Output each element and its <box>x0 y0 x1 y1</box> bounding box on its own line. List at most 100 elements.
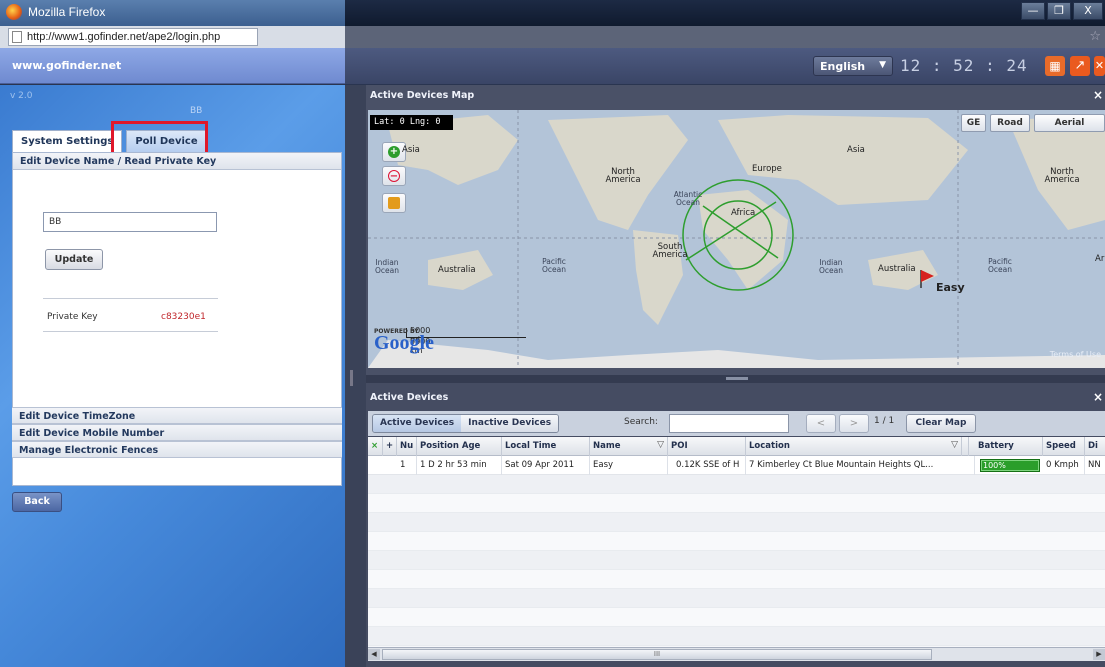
map-label-indian: Indian Ocean <box>819 258 843 275</box>
divider <box>43 298 218 299</box>
filter-icon[interactable]: ▽ <box>951 440 958 450</box>
page-icon <box>12 31 22 43</box>
back-button[interactable]: Back <box>12 492 62 512</box>
expand-icon[interactable]: ↗ <box>1070 56 1090 76</box>
window-title: Mozilla Firefox <box>28 5 106 19</box>
url-text: http://www1.gofinder.net/ape2/login.php <box>27 31 221 43</box>
battery-bar: 100% <box>980 459 1040 472</box>
vertical-splitter[interactable] <box>345 85 366 667</box>
private-key-label: Private Key <box>47 312 98 322</box>
poll-device-highlight <box>111 121 208 155</box>
title-bar: Mozilla Firefox — ❐ X <box>0 0 1105 26</box>
scroll-left-icon[interactable]: ◀ <box>368 649 380 660</box>
powered-by-label: POWERED BY <box>374 328 419 335</box>
map-label-australia: Australia <box>878 264 916 274</box>
firefox-icon <box>6 4 22 20</box>
col-direction[interactable]: Di <box>1085 437 1105 456</box>
section-timezone[interactable]: Edit Device TimeZone <box>12 407 342 424</box>
map-panel-title: Active Devices Map <box>370 90 475 101</box>
site-name: www.gofinder.net <box>12 59 122 72</box>
map-label-pacific: Pacific Ocean <box>988 257 1012 274</box>
language-value: English <box>820 60 866 73</box>
filter-icon[interactable]: ▽ <box>657 440 664 450</box>
layout-icon[interactable]: ▦ <box>1045 56 1065 76</box>
col-battery[interactable]: Battery <box>975 437 1043 456</box>
map-label-south-america: South America <box>652 242 688 260</box>
col-local-time[interactable]: Local Time <box>502 437 590 456</box>
map-label-far-right: Ar <box>1095 254 1105 264</box>
device-name-label: BB <box>190 106 203 116</box>
tab-system-settings[interactable]: System Settings <box>12 130 123 152</box>
device-name-input[interactable] <box>43 212 217 232</box>
site-header: www.gofinder.net English ▼ 12 : 52 : 24 … <box>0 48 1105 84</box>
table-header: × + Nu Position Age Local Time Name ▽ POI… <box>368 437 1105 456</box>
chevron-down-icon: ▼ <box>879 60 886 70</box>
next-page-button[interactable]: > <box>839 414 869 433</box>
section-electronic-fences[interactable]: Manage Electronic Fences <box>12 441 342 458</box>
cell-position-age: 1 D 2 hr 53 min <box>417 456 502 475</box>
col-poi[interactable]: POI <box>668 437 746 456</box>
cell-poi: 0.12K SSE of H <box>668 456 746 475</box>
bookmark-star-icon[interactable]: ☆ <box>1089 29 1101 44</box>
col-add[interactable]: + <box>383 437 397 456</box>
map-label-north-america-right: North America <box>1044 167 1080 185</box>
map-type-road[interactable]: Road <box>990 114 1030 132</box>
clock: 12 : 52 : 24 <box>900 56 1028 75</box>
maximize-button[interactable]: ❐ <box>1047 2 1071 20</box>
devices-table: × + Nu Position Age Local Time Name ▽ POI… <box>368 437 1105 647</box>
cell-name: Easy <box>590 456 668 475</box>
devices-toolbar: Active Devices Inactive Devices Search: … <box>368 411 1105 436</box>
settings-sections: Edit Device TimeZone Edit Device Mobile … <box>12 407 342 458</box>
horizontal-splitter[interactable] <box>366 375 1105 383</box>
search-input[interactable] <box>669 414 789 433</box>
settings-sidebar: v 2.0 BB System Settings Poll Device Edi… <box>0 85 345 667</box>
close-icon[interactable]: × <box>1093 390 1103 404</box>
horizontal-scrollbar[interactable]: ◀ III ▶ <box>368 647 1105 661</box>
col-number[interactable]: Nu <box>397 437 417 456</box>
close-icon[interactable]: × <box>1093 88 1103 102</box>
lock-icon <box>388 197 400 209</box>
col-position-age[interactable]: Position Age <box>417 437 502 456</box>
section-edit-name[interactable]: Edit Device Name / Read Private Key <box>13 153 341 170</box>
logout-icon[interactable]: ✕ <box>1094 56 1105 76</box>
page-count: 1 / 1 <box>874 416 895 426</box>
map-label-australia-left: Australia <box>438 265 476 275</box>
close-window-button[interactable]: X <box>1073 2 1103 20</box>
search-label: Search: <box>624 417 658 427</box>
devices-panel-title: Active Devices <box>370 392 449 403</box>
scroll-right-icon[interactable]: ▶ <box>1093 649 1105 660</box>
col-location[interactable]: Location ▽ <box>746 437 962 456</box>
col-name[interactable]: Name ▽ <box>590 437 668 456</box>
language-select[interactable]: English ▼ <box>813 56 893 76</box>
map-label-atlantic: Atlantic Ocean <box>673 190 703 207</box>
clear-map-button[interactable]: Clear Map <box>906 414 976 433</box>
scroll-thumb[interactable]: III <box>382 649 932 660</box>
terms-link[interactable]: Terms of Use <box>1050 350 1101 359</box>
cell-local-time: Sat 09 Apr 2011 <box>502 456 590 475</box>
divider <box>43 331 218 332</box>
device-marker-label[interactable]: Easy <box>936 281 965 294</box>
zoom-out-button[interactable]: − <box>382 166 406 186</box>
update-button[interactable]: Update <box>45 249 103 270</box>
map-type-ge[interactable]: GE <box>961 114 986 132</box>
world-map[interactable]: Lat: 0 Lng: 0 + − GE Road Aerial Asia As… <box>368 110 1105 368</box>
cell-direction: NN <box>1088 460 1101 470</box>
map-type-aerial[interactable]: Aerial <box>1034 114 1105 132</box>
lock-button[interactable] <box>382 193 406 213</box>
prev-page-button[interactable]: < <box>806 414 836 433</box>
map-label-pacific-left: Pacific Ocean <box>542 257 566 274</box>
url-bar[interactable]: http://www1.gofinder.net/ape2/login.php <box>8 28 258 46</box>
active-devices-toggle[interactable]: Active Devices <box>373 415 462 432</box>
inactive-devices-toggle[interactable]: Inactive Devices <box>461 415 559 432</box>
address-row: http://www1.gofinder.net/ape2/login.php … <box>0 26 1105 48</box>
active-devices-panel: Active Devices × Active Devices Inactive… <box>366 383 1105 667</box>
section-mobile-number[interactable]: Edit Device Mobile Number <box>12 424 342 441</box>
cell-location[interactable]: 7 Kimberley Ct Blue Mountain Heights QL.… <box>746 456 975 475</box>
col-close[interactable]: × <box>368 437 383 456</box>
minimize-button[interactable]: — <box>1021 2 1045 20</box>
cell-number: 1 <box>397 456 417 475</box>
col-speed[interactable]: Speed <box>1043 437 1085 456</box>
minus-icon: − <box>388 170 400 182</box>
map-label-north-america: North America <box>605 167 641 185</box>
private-key-value: c83230e1 <box>161 312 206 322</box>
